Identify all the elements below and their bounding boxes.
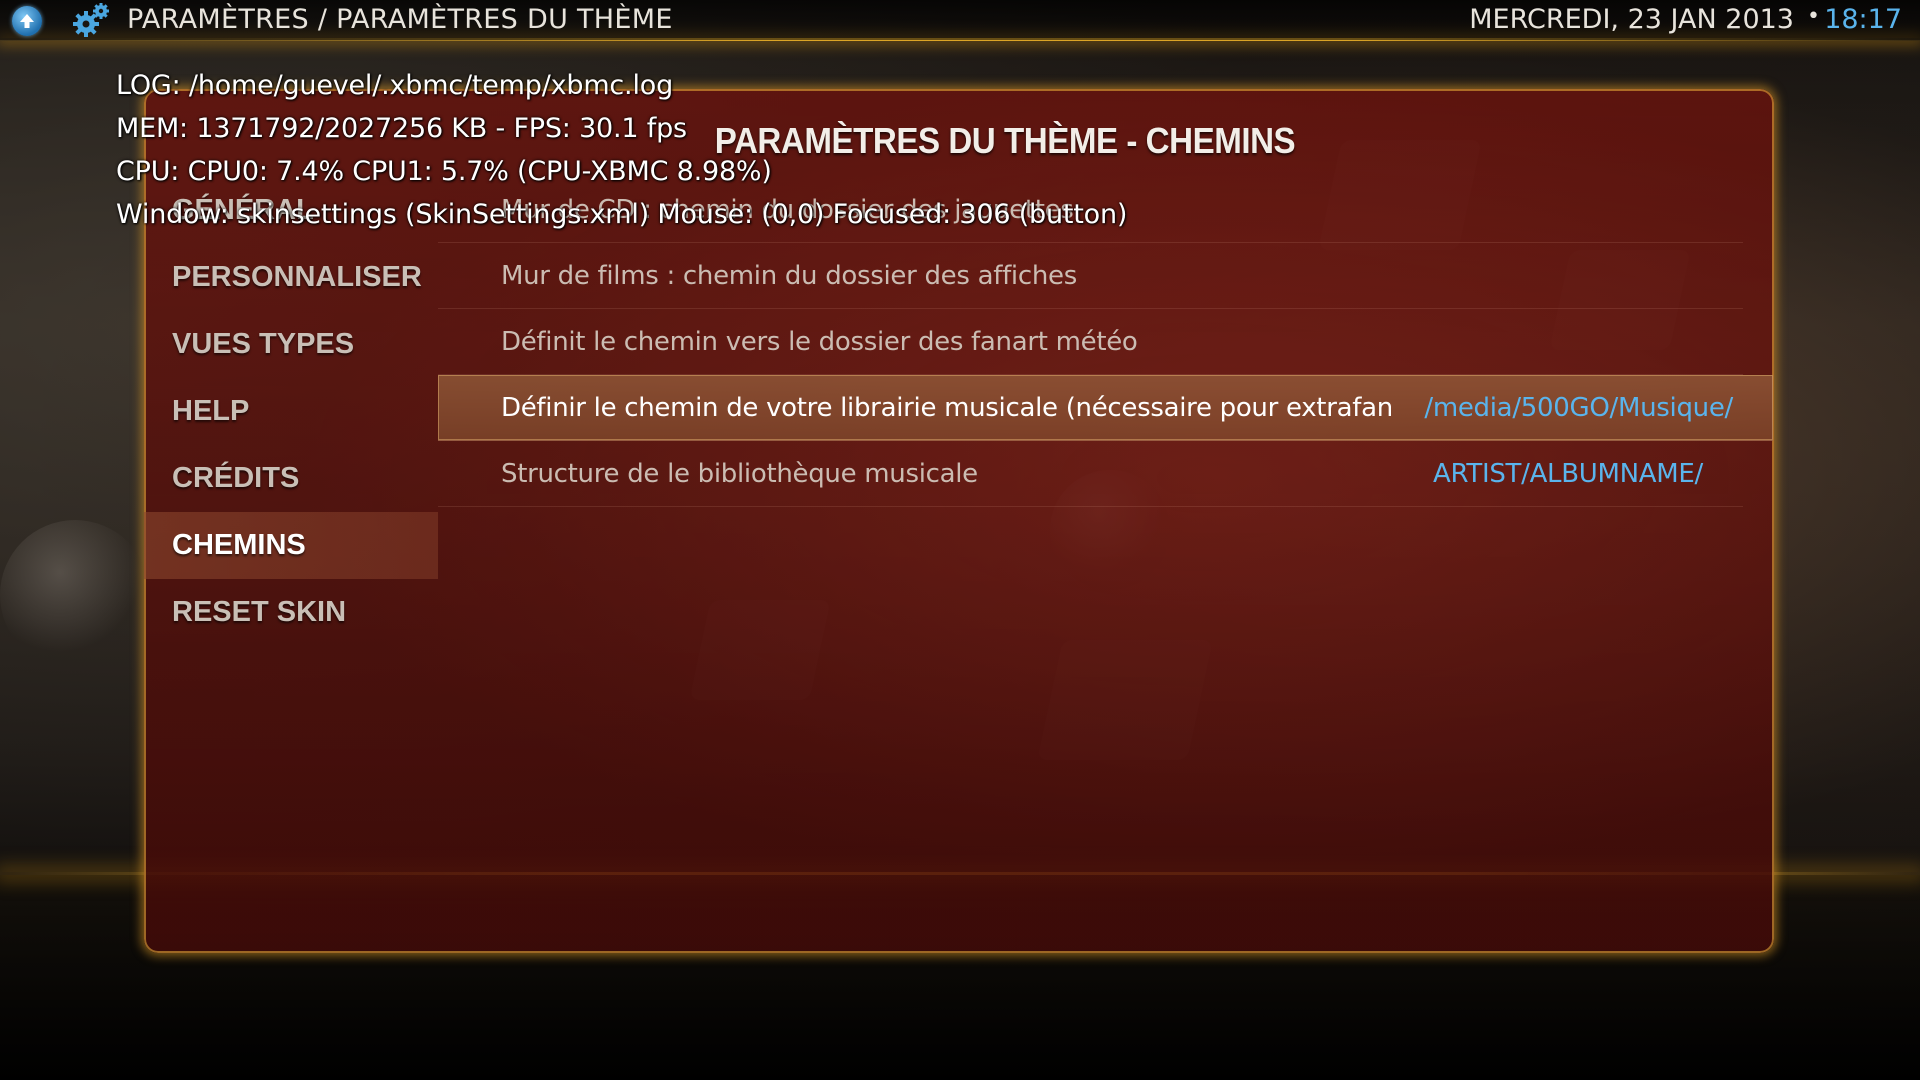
menu-item-help[interactable]: HELP [144,378,438,445]
debug-cpu-line: CPU: CPU0: 7.4% CPU1: 5.7% (CPU-XBMC 8.9… [116,156,772,187]
debug-overlay: LOG: /home/guevel/.xbmc/temp/xbmc.log ME… [116,64,1127,236]
top-bar: PARAMÈTRES / PARAMÈTRES DU THÈME MERCRED… [0,0,1920,40]
gears-icon [70,2,112,38]
clock: 18:17 [1824,4,1902,35]
menu-item-reset-skin[interactable]: RESET SKIN [144,579,438,646]
background-knob [0,520,150,670]
setting-music-library-path[interactable]: Définir le chemin de votre librairie mus… [438,375,1773,441]
date-time-separator: • [1807,4,1820,29]
debug-mem-line: MEM: 1371792/2027256 KB - FPS: 30.1 fps [116,113,687,144]
breadcrumb: PARAMÈTRES / PARAMÈTRES DU THÈME [127,4,673,35]
category-menu: GÉNÉRAL PERSONNALISER VUES TYPES HELP CR… [144,177,438,646]
menu-item-vues-types[interactable]: VUES TYPES [144,311,438,378]
setting-label: Définir le chemin de votre librairie mus… [501,393,1391,423]
setting-weather-fanart-path[interactable]: Définit le chemin vers le dossier des fa… [438,309,1743,375]
setting-value: ARTIST/ALBUMNAME/ [1433,459,1703,489]
setting-movie-wall-path[interactable]: Mur de films : chemin du dossier des aff… [438,243,1743,309]
menu-item-chemins[interactable]: CHEMINS [144,512,438,579]
date-label: MERCREDI, 23 JAN 2013 [1469,4,1794,35]
setting-value: /media/500GO/Musique/ [1424,393,1733,423]
setting-label: Structure de le bibliothèque musicale [501,459,978,489]
setting-music-library-structure[interactable]: Structure de le bibliothèque musicale AR… [438,441,1743,507]
kodi-screen: PARAMÈTRES / PARAMÈTRES DU THÈME MERCRED… [0,0,1920,1080]
debug-log-line: LOG: /home/guevel/.xbmc/temp/xbmc.log [116,70,674,101]
setting-label: Définit le chemin vers le dossier des fa… [501,327,1138,357]
arrow-up-circle-icon[interactable] [12,6,42,36]
setting-label: Mur de films : chemin du dossier des aff… [501,261,1077,291]
menu-item-credits[interactable]: CRÉDITS [144,445,438,512]
menu-item-personnaliser[interactable]: PERSONNALISER [144,244,438,311]
debug-window-line: Window: skinsettings (SkinSettings.xml) … [116,199,1128,230]
